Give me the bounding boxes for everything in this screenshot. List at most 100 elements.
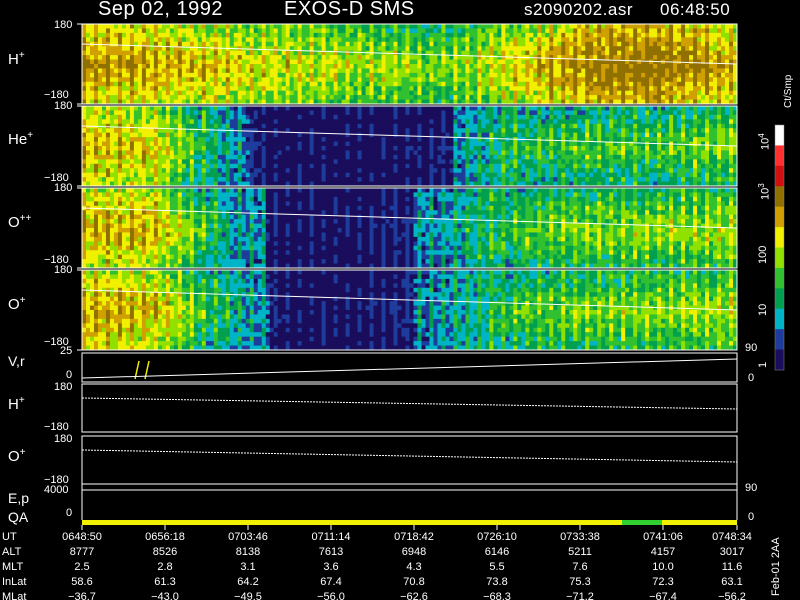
- heatmap-cell: [445, 68, 450, 74]
- heatmap-cell: [333, 128, 339, 134]
- heatmap-cell: [469, 37, 474, 43]
- heatmap-cell: [393, 119, 398, 125]
- heatmap-cell: [213, 77, 219, 83]
- heatmap-cell: [377, 128, 382, 134]
- heatmap-cell: [477, 146, 482, 151]
- heatmap-cell: [689, 72, 694, 78]
- heatmap-cell: [129, 81, 135, 87]
- heatmap-cell: [485, 150, 490, 156]
- heatmap-cell: [265, 46, 271, 52]
- heatmap-cell: [457, 86, 462, 92]
- heatmap-cell: [445, 32, 450, 38]
- heatmap-cell: [153, 110, 159, 116]
- heatmap-cell: [205, 114, 211, 120]
- heatmap-cell: [545, 41, 550, 47]
- heatmap-cell: [341, 159, 346, 165]
- heatmap-cell: [229, 37, 235, 43]
- heatmap-cell: [469, 172, 474, 178]
- heatmap-cell: [361, 46, 366, 52]
- heatmap-cell: [229, 168, 235, 174]
- heatmap-cell: [293, 146, 299, 151]
- heatmap-cell: [437, 150, 442, 156]
- heatmap-cell: [245, 177, 251, 182]
- heatmap-cell: [305, 95, 311, 100]
- heatmap-cell: [577, 77, 582, 83]
- heatmap-cell: [121, 59, 127, 65]
- heatmap-cell: [505, 177, 510, 182]
- heatmap-cell: [297, 41, 303, 47]
- heatmap-cell: [565, 77, 570, 83]
- heatmap-cell: [97, 163, 103, 169]
- heatmap-cell: [141, 55, 147, 60]
- heatmap-cell: [113, 95, 119, 100]
- heatmap-cell: [629, 77, 634, 83]
- heatmap-cell: [105, 141, 111, 147]
- heatmap-cell: [421, 119, 426, 125]
- heatmap-cell: [533, 77, 538, 83]
- heatmap-cell: [277, 24, 283, 29]
- heatmap-cell: [653, 81, 658, 87]
- heatmap-cell: [617, 28, 622, 34]
- heatmap-cell: [369, 163, 374, 169]
- heatmap-cell: [189, 141, 195, 147]
- heatmap-cell: [525, 64, 530, 69]
- heatmap-cell: [545, 24, 550, 29]
- heatmap-cell: [201, 154, 207, 160]
- heatmap-cell: [193, 64, 199, 69]
- heatmap-cell: [421, 137, 426, 142]
- heatmap-cell: [309, 114, 315, 120]
- heatmap-cell: [421, 163, 426, 169]
- heatmap-cell: [141, 24, 147, 29]
- heatmap-cell: [433, 37, 438, 43]
- heatmap-cell: [337, 77, 342, 83]
- heatmap-cell: [417, 55, 422, 60]
- heatmap-cell: [165, 68, 171, 74]
- heatmap-cell: [297, 137, 303, 142]
- heatmap-cell: [369, 77, 374, 83]
- heatmap-cell: [509, 150, 514, 156]
- heatmap-cell: [209, 72, 215, 78]
- heatmap-cell: [217, 106, 223, 111]
- heatmap-cell: [381, 68, 386, 74]
- heatmap-cell: [429, 46, 434, 52]
- heatmap-cell: [261, 114, 267, 120]
- heatmap-cell: [577, 59, 582, 65]
- heatmap-cell: [489, 90, 494, 96]
- heatmap-cell: [341, 55, 346, 60]
- heatmap-cell: [429, 86, 434, 92]
- heatmap-cell: [413, 110, 418, 116]
- heatmap-cell: [169, 132, 175, 138]
- heatmap-cell: [405, 68, 410, 74]
- heatmap-cell: [461, 77, 466, 83]
- heatmap-cell: [217, 32, 223, 38]
- heatmap-cell: [577, 90, 582, 96]
- heatmap-cell: [157, 150, 163, 156]
- heatmap-cell: [353, 68, 358, 74]
- heatmap-cell: [525, 154, 530, 160]
- heatmap-cell: [597, 50, 602, 56]
- heatmap-cell: [129, 141, 135, 147]
- heatmap-cell: [713, 95, 718, 100]
- heatmap-cell: [213, 110, 219, 116]
- heatmap-cell: [113, 172, 119, 178]
- heatmap-cell: [417, 32, 422, 38]
- heatmap-cell: [105, 172, 111, 178]
- heatmap-cell: [221, 86, 227, 92]
- heatmap-cell: [293, 168, 299, 174]
- heatmap-cell: [189, 114, 195, 120]
- heatmap-cell: [261, 50, 267, 56]
- heatmap-cell: [281, 159, 287, 165]
- heatmap-cell: [601, 72, 606, 78]
- heatmap-cell: [145, 128, 151, 134]
- heatmap-cell: [229, 137, 235, 142]
- heatmap-cell: [449, 46, 454, 52]
- heatmap-cell: [317, 119, 323, 125]
- heatmap-cell: [497, 114, 502, 120]
- heatmap-cell: [82, 28, 87, 34]
- heatmap-cell: [441, 123, 446, 129]
- heatmap-cell: [373, 128, 378, 134]
- heatmap-cell: [425, 128, 430, 134]
- heatmap-cell: [365, 128, 370, 134]
- heatmap-cell: [245, 110, 251, 116]
- heatmap-cell: [269, 114, 275, 120]
